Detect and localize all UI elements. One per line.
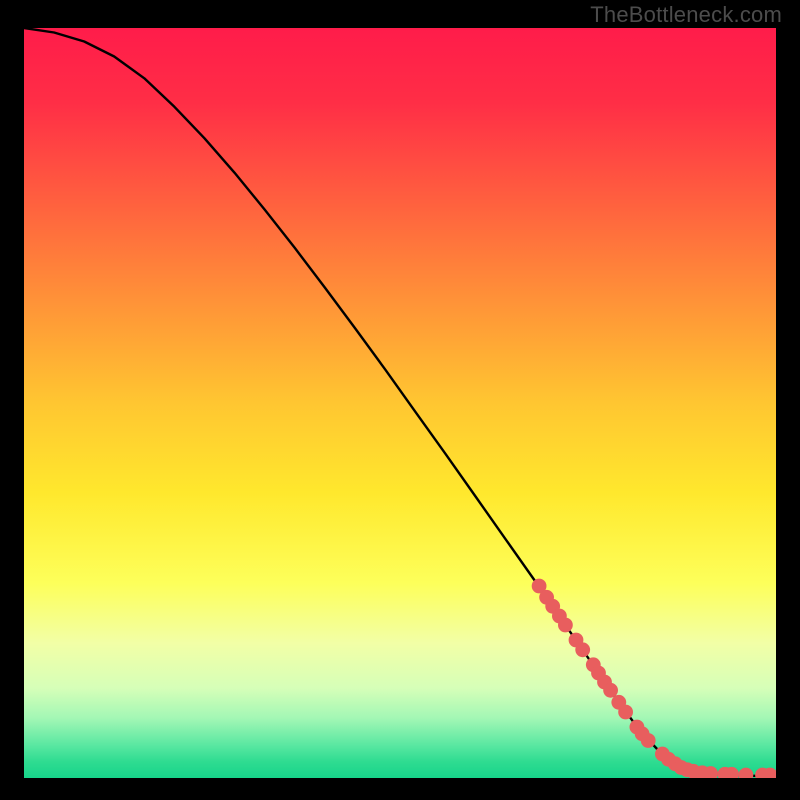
data-marker: [575, 642, 590, 657]
watermark-text: TheBottleneck.com: [590, 2, 782, 28]
plot-area: [24, 28, 776, 778]
data-marker: [641, 733, 656, 748]
data-marker: [603, 683, 618, 698]
chart-svg: [24, 28, 776, 778]
data-marker: [558, 618, 573, 633]
data-marker: [618, 705, 633, 720]
chart-frame: TheBottleneck.com: [0, 0, 800, 800]
gradient-bg: [24, 28, 776, 778]
